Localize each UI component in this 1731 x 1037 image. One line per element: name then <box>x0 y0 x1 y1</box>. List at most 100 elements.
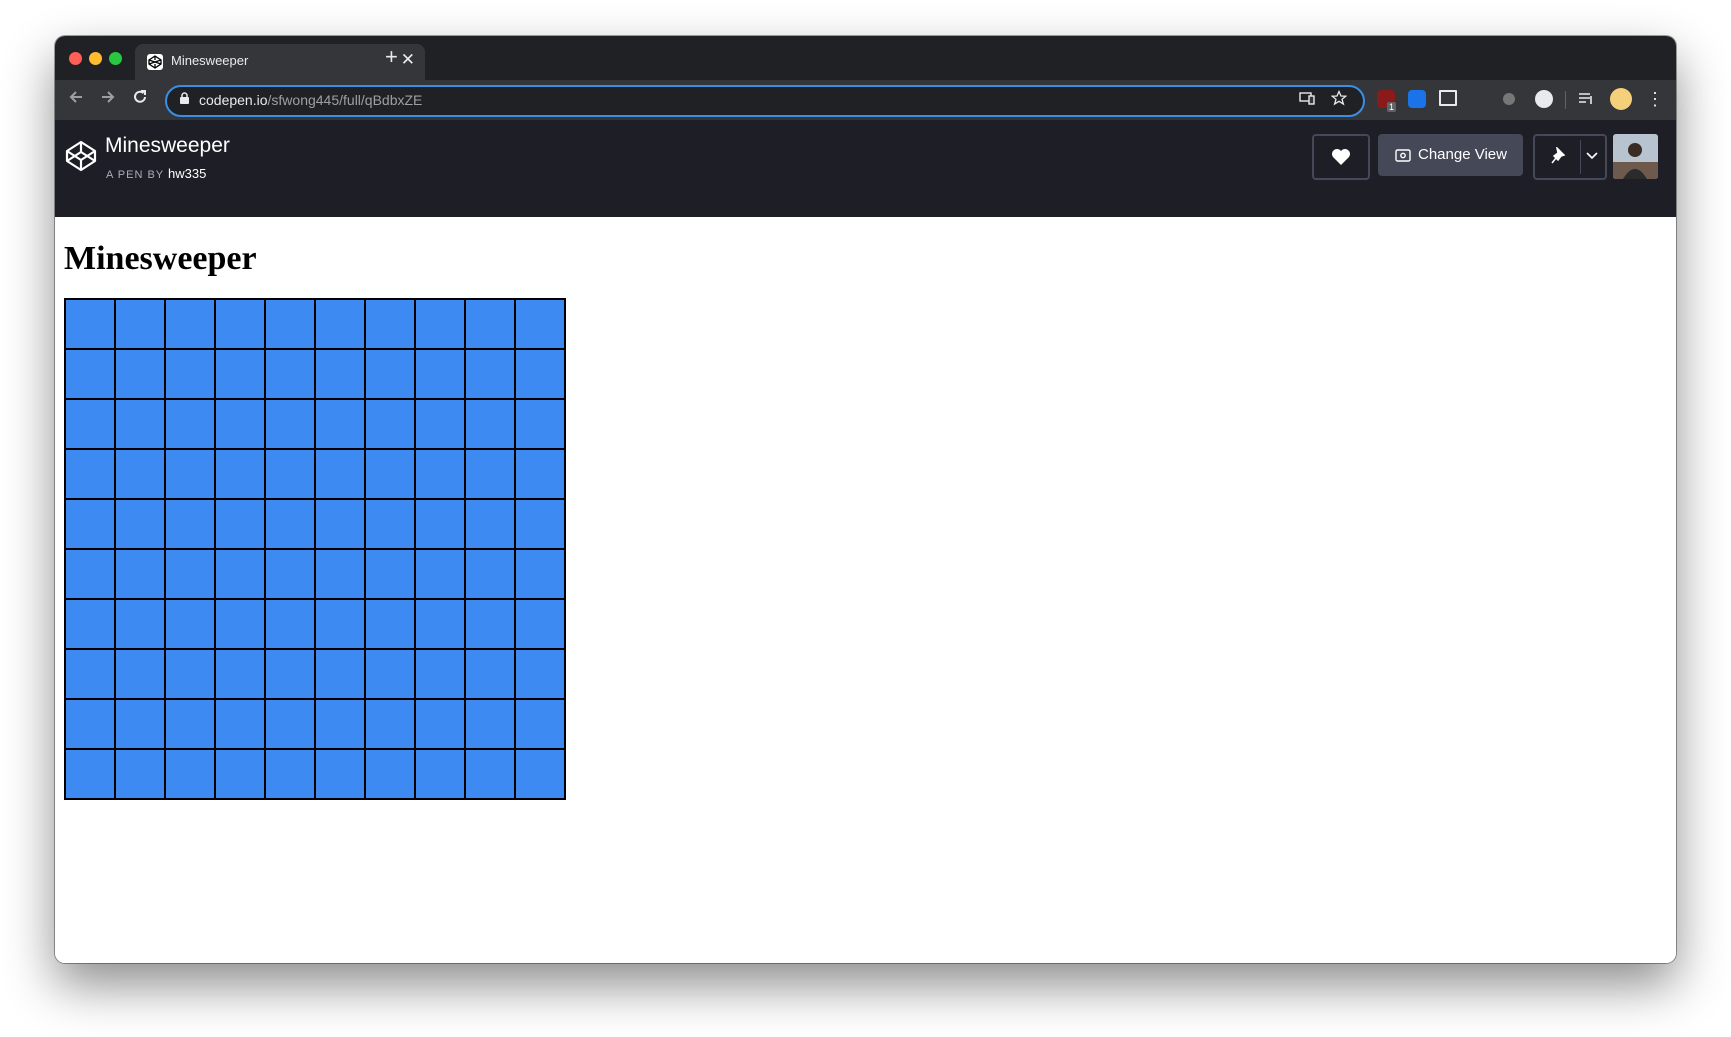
board-cell[interactable] <box>115 749 165 799</box>
board-cell[interactable] <box>115 499 165 549</box>
board-cell[interactable] <box>465 299 515 349</box>
board-cell[interactable] <box>415 299 465 349</box>
board-cell[interactable] <box>465 549 515 599</box>
board-cell[interactable] <box>315 749 365 799</box>
board-cell[interactable] <box>215 499 265 549</box>
board-cell[interactable] <box>315 499 365 549</box>
board-cell[interactable] <box>215 699 265 749</box>
board-cell[interactable] <box>215 549 265 599</box>
board-cell[interactable] <box>465 499 515 549</box>
board-cell[interactable] <box>65 499 115 549</box>
board-cell[interactable] <box>265 499 315 549</box>
board-cell[interactable] <box>215 349 265 399</box>
back-arrow-icon[interactable] <box>67 88 85 111</box>
board-cell[interactable] <box>115 699 165 749</box>
board-cell[interactable] <box>515 599 565 649</box>
address-bar[interactable]: codepen.io/sfwong445/full/qBdbxZE <box>165 85 1365 117</box>
board-cell[interactable] <box>65 599 115 649</box>
board-cell[interactable] <box>165 349 215 399</box>
board-cell[interactable] <box>415 549 465 599</box>
board-cell[interactable] <box>65 649 115 699</box>
board-cell[interactable] <box>415 649 465 699</box>
board-cell[interactable] <box>65 399 115 449</box>
board-cell[interactable] <box>465 749 515 799</box>
new-tab-button[interactable]: + <box>385 46 398 68</box>
board-cell[interactable] <box>115 549 165 599</box>
minimize-window-button[interactable] <box>89 52 102 65</box>
board-cell[interactable] <box>115 449 165 499</box>
board-cell[interactable] <box>315 549 365 599</box>
board-cell[interactable] <box>115 649 165 699</box>
board-cell[interactable] <box>65 749 115 799</box>
board-cell[interactable] <box>65 299 115 349</box>
board-cell[interactable] <box>415 349 465 399</box>
board-cell[interactable] <box>115 599 165 649</box>
board-cell[interactable] <box>515 449 565 499</box>
broadcast-extension-icon[interactable] <box>1471 90 1489 108</box>
media-queue-icon[interactable] <box>1577 90 1595 108</box>
board-cell[interactable] <box>515 349 565 399</box>
board-cell[interactable] <box>315 699 365 749</box>
board-cell[interactable] <box>265 649 315 699</box>
board-cell[interactable] <box>365 349 415 399</box>
board-cell[interactable] <box>265 599 315 649</box>
board-cell[interactable] <box>315 449 365 499</box>
board-cell[interactable] <box>315 599 365 649</box>
board-cell[interactable] <box>365 299 415 349</box>
board-cell[interactable] <box>265 399 315 449</box>
change-view-button[interactable]: Change View <box>1378 134 1523 176</box>
board-cell[interactable] <box>165 749 215 799</box>
board-cell[interactable] <box>115 399 165 449</box>
board-cell[interactable] <box>65 699 115 749</box>
board-cell[interactable] <box>365 449 415 499</box>
board-cell[interactable] <box>165 449 215 499</box>
board-cell[interactable] <box>415 749 465 799</box>
chevron-down-icon[interactable] <box>1586 152 1598 160</box>
board-cell[interactable] <box>415 599 465 649</box>
board-cell[interactable] <box>515 749 565 799</box>
board-cell[interactable] <box>165 699 215 749</box>
board-cell[interactable] <box>215 599 265 649</box>
board-cell[interactable] <box>65 549 115 599</box>
board-cell[interactable] <box>515 549 565 599</box>
board-cell[interactable] <box>465 699 515 749</box>
reload-icon[interactable] <box>131 88 149 111</box>
profile-avatar-icon[interactable] <box>1610 88 1632 110</box>
board-cell[interactable] <box>265 299 315 349</box>
board-cell[interactable] <box>515 699 565 749</box>
pin-button[interactable] <box>1533 134 1607 180</box>
board-cell[interactable] <box>415 499 465 549</box>
codepen-logo-icon[interactable] <box>63 138 99 174</box>
board-cell[interactable] <box>515 649 565 699</box>
board-cell[interactable] <box>465 449 515 499</box>
bookmark-star-icon[interactable] <box>1330 89 1348 111</box>
board-cell[interactable] <box>265 549 315 599</box>
board-cell[interactable] <box>165 649 215 699</box>
board-cell[interactable] <box>165 599 215 649</box>
board-cell[interactable] <box>165 299 215 349</box>
board-cell[interactable] <box>215 749 265 799</box>
browser-menu-icon[interactable]: ⋮ <box>1646 89 1664 110</box>
board-cell[interactable] <box>465 349 515 399</box>
url-text[interactable]: codepen.io/sfwong445/full/qBdbxZE <box>199 92 422 108</box>
board-cell[interactable] <box>215 449 265 499</box>
love-button[interactable] <box>1312 134 1370 180</box>
user-avatar[interactable] <box>1613 134 1658 179</box>
board-cell[interactable] <box>215 399 265 449</box>
board-cell[interactable] <box>165 399 215 449</box>
board-cell[interactable] <box>165 549 215 599</box>
board-cell[interactable] <box>215 299 265 349</box>
board-cell[interactable] <box>265 449 315 499</box>
board-cell[interactable] <box>515 299 565 349</box>
board-cell[interactable] <box>415 399 465 449</box>
board-cell[interactable] <box>465 649 515 699</box>
tab-minesweeper[interactable]: Minesweeper ✕ <box>135 44 425 80</box>
board-cell[interactable] <box>315 299 365 349</box>
board-cell[interactable] <box>465 599 515 649</box>
board-cell[interactable] <box>365 699 415 749</box>
board-cell[interactable] <box>365 599 415 649</box>
board-cell[interactable] <box>215 649 265 699</box>
close-window-button[interactable] <box>69 52 82 65</box>
picture-in-picture-icon[interactable] <box>1439 90 1457 106</box>
board-cell[interactable] <box>115 349 165 399</box>
